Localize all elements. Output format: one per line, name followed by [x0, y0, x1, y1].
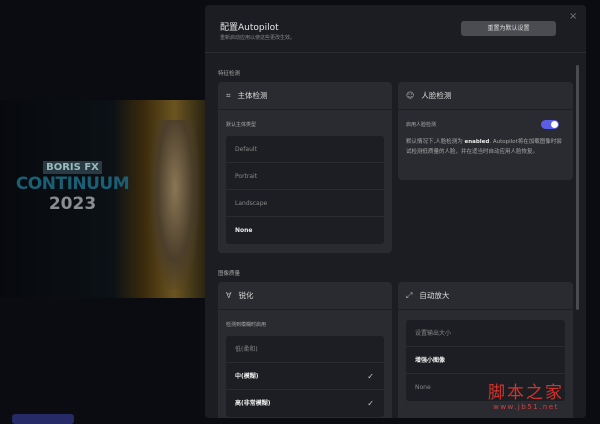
check-icon: ✓ — [367, 399, 374, 408]
card-title: 自动放大 — [419, 291, 450, 300]
face-description: 默认情况下,人脸检测为 enabled. Autopilot将在加载图像时尝试检… — [406, 137, 565, 157]
subject-frame-icon: ⌗ — [226, 90, 231, 100]
option-landscape[interactable]: Landscape — [226, 190, 384, 217]
option-high[interactable]: 高(非常模糊) ✓ — [226, 390, 384, 417]
sharpen-icon: ∀ — [226, 291, 232, 300]
figure-image — [150, 120, 200, 290]
reset-defaults-button[interactable]: 重置为默认设置 — [461, 21, 556, 36]
continuum-logo: BORIS FX CONTINUUM 2023 — [10, 155, 135, 214]
subject-detection-card: ⌗ 主体检测 默认主体类型 Default Portrait Landscape … — [218, 82, 392, 253]
dialog-title: 配置Autopilot — [220, 23, 279, 33]
subject-type-list: Default Portrait Landscape None — [226, 136, 384, 244]
scrollbar[interactable] — [576, 65, 579, 310]
dialog-subtitle: 重新启动应用以使这些更改生效。 — [220, 35, 296, 41]
autopilot-config-dialog: 配置Autopilot 重新启动应用以使这些更改生效。 重置为默认设置 × 特征… — [205, 5, 586, 418]
field-label: 检测到模糊时启用 — [226, 322, 267, 328]
watermark: 脚本之家 www.jb51.net — [488, 378, 564, 411]
desc-text: 默认情况下,人脸检测为 — [406, 139, 465, 145]
option-enhance-small[interactable]: 增强小图像 — [406, 347, 565, 374]
card-title: 主体检测 — [237, 91, 268, 100]
option-set-output-size[interactable]: 设置输出大小 — [406, 320, 565, 347]
check-icon: ✓ — [367, 372, 374, 381]
logo-brand: BORIS FX — [43, 161, 102, 174]
logo-product: CONTINUUM — [15, 174, 130, 194]
background-button[interactable] — [12, 414, 74, 424]
watermark-url: www.jb51.net — [493, 403, 559, 411]
option-portrait[interactable]: Portrait — [226, 163, 384, 190]
option-low[interactable]: 低(柔和) — [226, 336, 384, 363]
option-label: 高(非常模糊) — [235, 400, 271, 407]
option-none[interactable]: None — [226, 217, 384, 244]
watermark-title: 脚本之家 — [488, 383, 564, 403]
option-medium[interactable]: 中(模糊) ✓ — [226, 363, 384, 390]
face-frame-icon: ☺ — [406, 91, 415, 100]
sharpen-card: ∀ 锐化 检测到模糊时启用 低(柔和) 中(模糊) ✓ 高(非常模糊) ✓ — [218, 282, 392, 418]
close-icon[interactable]: × — [569, 11, 577, 22]
field-label: 默认主体类型 — [226, 122, 257, 128]
section-image-quality: 图像质量 — [218, 271, 241, 277]
face-detection-card: ☺ 人脸检测 启用人脸检测 默认情况下,人脸检测为 enabled. Autopi… — [398, 82, 573, 180]
dialog-header: 配置Autopilot 重新启动应用以使这些更改生效。 重置为默认设置 × — [205, 5, 586, 53]
section-feature-detection: 特征检测 — [218, 71, 241, 77]
desc-enabled: enabled — [464, 139, 490, 145]
sharpen-level-list: 低(柔和) 中(模糊) ✓ 高(非常模糊) ✓ — [226, 336, 384, 417]
expand-arrow-icon: ⤢ — [406, 290, 413, 300]
face-detection-toggle[interactable] — [541, 120, 559, 129]
option-default[interactable]: Default — [226, 136, 384, 163]
logo-year: 2023 — [48, 194, 97, 214]
card-title: 人脸检测 — [421, 91, 452, 100]
option-label: 中(模糊) — [235, 373, 259, 380]
background-product-image: BORIS FX CONTINUUM 2023 — [0, 100, 205, 298]
card-title: 锐化 — [238, 291, 254, 300]
